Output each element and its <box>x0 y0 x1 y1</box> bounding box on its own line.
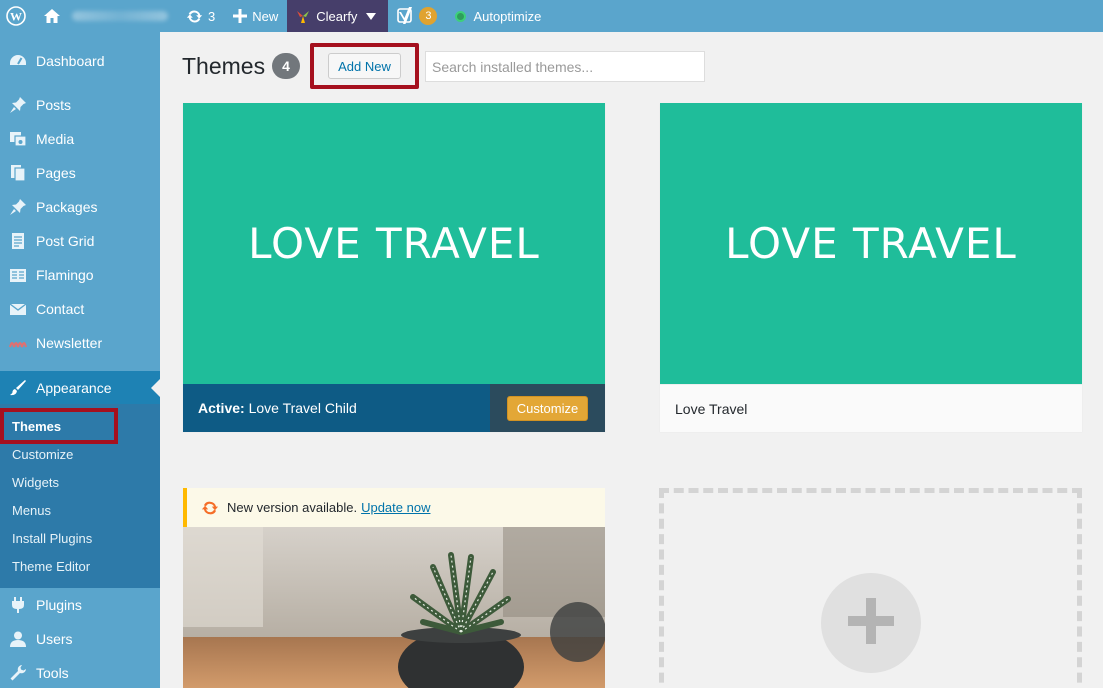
brush-icon <box>8 378 28 398</box>
sidebar-item-appearance[interactable]: Appearance <box>0 371 160 405</box>
sidebar-item-label: Posts <box>36 97 72 113</box>
site-name-button[interactable] <box>34 0 177 32</box>
submenu-item-install-plugins[interactable]: Install Plugins <box>0 524 160 552</box>
active-theme-name: Love Travel Child <box>248 400 357 416</box>
sidebar-item-label: Media <box>36 131 75 147</box>
wordpress-icon: W <box>6 6 26 26</box>
sidebar-item-label: Plugins <box>36 597 82 613</box>
update-notice: New version available. Update now <box>183 488 605 527</box>
update-now-link[interactable]: Update now <box>361 500 430 515</box>
sidebar-item-tools[interactable]: Tools <box>0 656 160 688</box>
theme-screenshot-text: LOVE TRAVEL <box>248 219 540 268</box>
wrench-icon <box>8 663 28 683</box>
dashboard-icon <box>8 51 28 71</box>
sidebar-item-label: Packages <box>36 199 98 215</box>
admin-bar: W 3 New Clearfy 3 Autoptimize <box>0 0 1103 32</box>
sidebar-item-label: Users <box>36 631 73 647</box>
sidebar-item-label: Dashboard <box>36 53 105 69</box>
sidebar-item-pages[interactable]: Pages <box>0 156 160 190</box>
sidebar-item-label: Contact <box>36 301 85 317</box>
sidebar-item-contact[interactable]: Contact <box>0 292 160 326</box>
yoast-count-badge: 3 <box>419 7 438 25</box>
autoptimize-label: Autoptimize <box>473 8 542 24</box>
yoast-icon <box>397 6 415 26</box>
clearfy-label: Clearfy <box>316 8 358 24</box>
sidebar-item-packages[interactable]: Packages <box>0 190 160 224</box>
media-icon <box>8 129 28 149</box>
site-name-blurred <box>72 11 168 21</box>
sidebar-item-post-grid[interactable]: Post Grid <box>0 224 160 258</box>
theme-card-active[interactable]: LOVE TRAVEL Active: Love Travel Child Cu… <box>183 103 605 432</box>
newsletter-icon <box>8 333 28 353</box>
sidebar-item-posts[interactable]: Posts <box>0 88 160 122</box>
submenu-item-widgets[interactable]: Widgets <box>0 468 160 496</box>
theme-name: Active: Love Travel Child <box>183 400 357 416</box>
sidebar-item-users[interactable]: Users <box>0 622 160 656</box>
clearfy-logo-icon <box>295 8 311 24</box>
theme-card-update[interactable]: New version available. Update now <box>183 488 605 688</box>
pages-icon <box>8 163 28 183</box>
user-icon <box>8 629 28 649</box>
svg-text:W: W <box>10 10 22 24</box>
succulent-plant-image <box>183 527 605 688</box>
update-icon <box>201 499 219 517</box>
refresh-icon <box>186 8 203 25</box>
plus-icon <box>846 596 896 651</box>
theme-screenshot-text: LOVE TRAVEL <box>725 219 1017 268</box>
sidebar-item-label: Post Grid <box>36 233 95 249</box>
pin-icon <box>8 95 28 115</box>
sidebar-item-label: Appearance <box>36 380 112 396</box>
new-label: New <box>252 8 279 24</box>
sidebar-item-media[interactable]: Media <box>0 122 160 156</box>
flamingo-icon <box>8 265 28 285</box>
add-new-theme-tile[interactable] <box>659 488 1082 688</box>
sidebar-item-label: Pages <box>36 165 76 181</box>
sidebar-item-dashboard[interactable]: Dashboard <box>0 44 160 78</box>
plugin-icon <box>8 595 28 615</box>
appearance-submenu: Themes Customize Widgets Menus Install P… <box>0 404 160 588</box>
theme-screenshot-photo <box>183 527 605 688</box>
submenu-item-customize[interactable]: Customize <box>0 440 160 468</box>
update-notice-text: New version available. <box>227 500 358 515</box>
submenu-item-theme-editor[interactable]: Theme Editor <box>0 552 160 580</box>
sidebar-item-newsletter[interactable]: Newsletter <box>0 326 160 360</box>
status-dot-icon <box>455 10 467 22</box>
new-content-button[interactable]: New <box>224 0 287 32</box>
sidebar-item-label: Newsletter <box>36 335 103 351</box>
search-installed-themes-input[interactable] <box>425 51 705 82</box>
theme-count-badge: 4 <box>272 53 300 79</box>
pin-icon <box>8 197 28 217</box>
sidebar-item-flamingo[interactable]: Flamingo <box>0 258 160 292</box>
add-theme-circle <box>821 573 921 673</box>
admin-sidebar: Dashboard Posts Media Pages Packages Pos… <box>0 32 160 688</box>
wordpress-logo-button[interactable]: W <box>0 0 34 32</box>
add-new-theme-button[interactable]: Add New <box>328 53 401 79</box>
theme-actions: Customize <box>490 384 605 432</box>
page-title: Themes <box>182 53 266 79</box>
updates-button[interactable]: 3 <box>177 0 224 32</box>
sidebar-item-plugins[interactable]: Plugins <box>0 588 160 622</box>
submenu-item-menus[interactable]: Menus <box>0 496 160 524</box>
yoast-seo-button[interactable]: 3 <box>388 0 446 32</box>
autoptimize-button[interactable]: Autoptimize <box>446 0 550 32</box>
caret-down-icon <box>366 12 377 20</box>
customize-button[interactable]: Customize <box>506 395 589 421</box>
grid-icon <box>8 231 28 251</box>
theme-screenshot: LOVE TRAVEL <box>660 103 1082 384</box>
home-icon <box>43 8 61 24</box>
theme-name-bar: Active: Love Travel Child Customize <box>183 384 605 432</box>
theme-card[interactable]: LOVE TRAVEL Love Travel <box>660 103 1082 432</box>
theme-screenshot: LOVE TRAVEL <box>183 103 605 384</box>
theme-name: Love Travel <box>660 384 1082 432</box>
sidebar-item-label: Tools <box>36 665 69 681</box>
clearfy-menu-button[interactable]: Clearfy <box>287 0 389 32</box>
sidebar-item-label: Flamingo <box>36 267 94 283</box>
submenu-item-themes[interactable]: Themes <box>0 412 160 440</box>
updates-count: 3 <box>208 8 216 24</box>
active-label: Active: <box>198 400 245 416</box>
mail-icon <box>8 299 28 319</box>
plus-icon <box>233 9 248 23</box>
